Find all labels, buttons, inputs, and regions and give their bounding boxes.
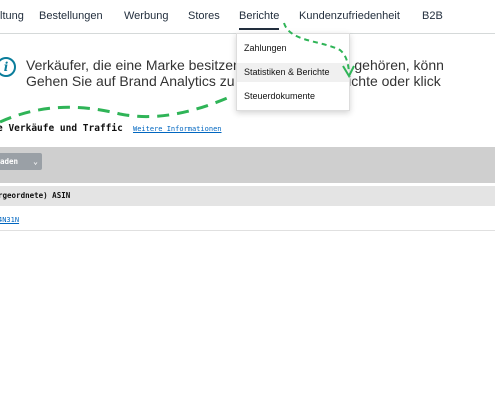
chevron-down-icon: ⌄ [33, 157, 38, 166]
section-title: e Verkäufe und Traffic [0, 123, 123, 134]
nav-item-bestellungen[interactable]: Bestellungen [39, 10, 103, 22]
banner-text-line-1: Verkäufer, die eine Marke besitzen oder … [26, 57, 444, 73]
nav-item-b2b[interactable]: B2B [422, 10, 443, 22]
nav-item-werbung[interactable]: Werbung [124, 10, 168, 22]
nav-item-berichte[interactable]: Berichte [239, 10, 280, 32]
nav-item-verwaltung[interactable]: ltung [0, 10, 24, 22]
nav-item-stores[interactable]: Stores [188, 10, 220, 22]
table-row [0, 206, 495, 231]
filter-dropdown[interactable]: aden ⌄ [0, 153, 42, 170]
menu-item-zahlungen[interactable]: Zahlungen [237, 39, 349, 58]
berichte-dropdown-menu: Zahlungen Statistiken & Berichte Steuerd… [236, 33, 350, 111]
more-info-link[interactable]: Weitere Informationen [133, 125, 222, 133]
menu-item-statistiken-berichte[interactable]: Statistiken & Berichte [237, 63, 349, 82]
filter-bar [0, 147, 495, 183]
annotation-swoosh [0, 94, 233, 124]
filter-dropdown-value: aden [0, 157, 19, 166]
top-navigation-bar: ltung Bestellungen Werbung Stores Berich… [0, 0, 495, 34]
nav-item-kundenzufriedenheit[interactable]: Kundenzufriedenheit [299, 10, 400, 22]
table-header [0, 186, 495, 206]
column-header-asin: rgeordnete) ASIN [0, 191, 71, 200]
menu-item-steuerdokumente[interactable]: Steuerdokumente [237, 87, 349, 106]
banner-text-line-2: Gehen Sie auf Brand Analytics zu diesem … [26, 73, 441, 89]
asin-link[interactable]: 4N31N [0, 216, 19, 224]
